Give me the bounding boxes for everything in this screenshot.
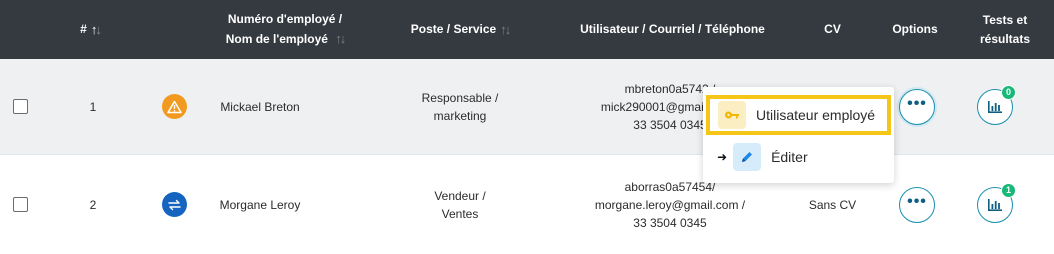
pointer-arrow-icon: ➜: [717, 150, 728, 164]
warning-icon[interactable]: [161, 94, 187, 119]
row-number: 1: [89, 99, 97, 114]
menu-item-editer[interactable]: ➜ Éditer: [717, 142, 887, 172]
employee-name[interactable]: Morgane Leroy: [205, 155, 315, 254]
poste-cell: Vendeur / Ventes: [434, 188, 486, 221]
header-poste[interactable]: Poste / Service ↑↓: [395, 0, 525, 59]
tests-cell: 1: [975, 155, 1016, 254]
row-checkbox[interactable]: [12, 197, 28, 212]
row-select-cell: [10, 155, 30, 254]
header-options: Options: [892, 22, 938, 36]
menu-item-utilisateur-employe[interactable]: Utilisateur employé: [706, 95, 891, 135]
key-icon: [718, 101, 746, 129]
sort-icon[interactable]: ↑↓: [500, 20, 511, 39]
bar-chart-icon: [988, 198, 1002, 211]
sort-icon[interactable]: ↑↓: [335, 31, 346, 46]
options-dropdown-menu: Utilisateur employé ➜ Éditer: [703, 87, 894, 183]
sort-icon[interactable]: ↑↓: [91, 20, 102, 39]
row-number: 2: [89, 197, 97, 212]
tests-results-button[interactable]: 0: [977, 84, 1016, 125]
table-header: # ↑↓ Numéro d'employé / Nom de l'employé…: [0, 0, 1054, 59]
header-employee[interactable]: Numéro d'employé / Nom de l'employé ↑↓: [215, 0, 355, 59]
row-checkbox[interactable]: [12, 99, 28, 114]
status-cell: [160, 59, 188, 154]
employee-name[interactable]: Mickael Breton: [205, 59, 315, 154]
status-cell: [160, 155, 188, 254]
poste-cell: Responsable / marketing: [421, 90, 499, 123]
tests-cell: 0: [975, 59, 1016, 154]
more-dots-icon: •••: [907, 94, 927, 112]
header-tests: Tests et résultats: [979, 12, 1031, 46]
tests-results-button[interactable]: 1: [977, 182, 1016, 223]
more-dots-icon: •••: [907, 192, 927, 210]
pencil-icon: [733, 143, 762, 171]
header-user: Utilisateur / Courriel / Téléphone: [580, 22, 765, 36]
options-button[interactable]: •••: [899, 186, 935, 223]
table-row: 1 Mickael Breton Responsable / marketing…: [0, 59, 1054, 155]
options-cell: •••: [897, 155, 937, 254]
sync-icon[interactable]: [161, 192, 187, 217]
header-cv: CV: [824, 22, 841, 36]
bar-chart-icon: [988, 100, 1002, 113]
table-row: 2 Morgane Leroy Vendeur / Ventes aborras…: [0, 155, 1054, 254]
row-select-cell: [10, 59, 30, 154]
options-button[interactable]: •••: [899, 88, 935, 125]
tests-count-badge: 0: [1001, 84, 1016, 100]
tests-count-badge: 1: [1001, 182, 1016, 198]
header-number[interactable]: # ↑↓: [60, 0, 120, 59]
options-cell: •••: [897, 59, 937, 154]
